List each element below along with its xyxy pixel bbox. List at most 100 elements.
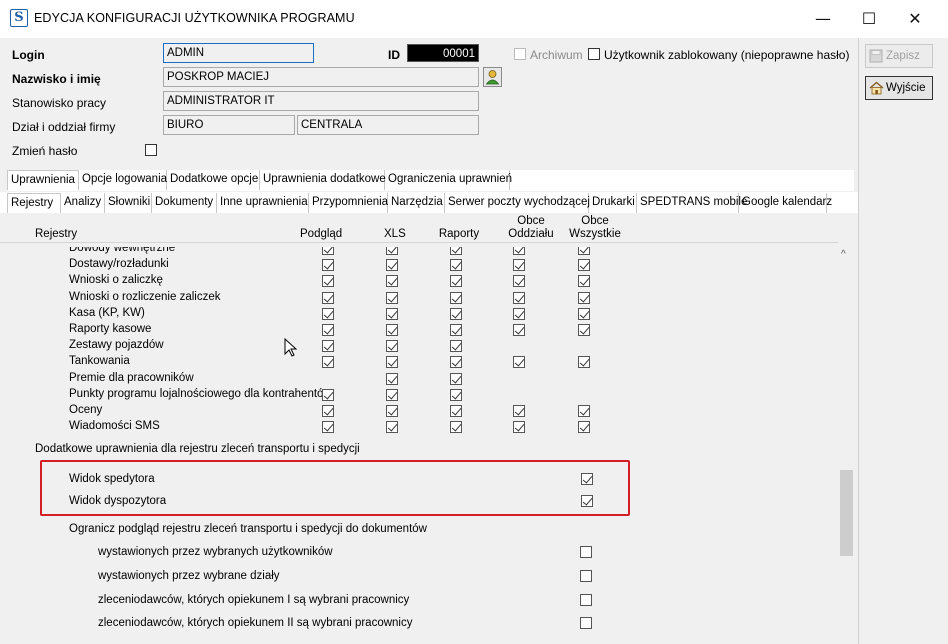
permission-checkbox[interactable]	[386, 421, 398, 434]
permission-checkbox[interactable]	[578, 421, 590, 434]
permission-checkbox[interactable]	[450, 356, 462, 369]
permission-checkbox[interactable]	[450, 405, 462, 417]
tab-3[interactable]: Dodatkowe opcje	[167, 170, 260, 190]
archiwum-checkbox[interactable]	[514, 48, 526, 60]
permission-checkbox[interactable]	[322, 291, 334, 304]
permission-checkbox[interactable]	[386, 372, 398, 385]
restrict-item-checkbox[interactable]	[580, 546, 592, 558]
permission-checkbox[interactable]	[578, 356, 590, 369]
login-field[interactable]: ADMIN	[163, 43, 314, 63]
permission-checkbox[interactable]	[450, 388, 462, 401]
tab-1[interactable]: Uprawnienia	[7, 170, 79, 190]
vertical-scrollbar[interactable]: ^	[838, 243, 855, 644]
permission-checkbox[interactable]	[322, 275, 334, 288]
change-password-checkbox[interactable]	[145, 144, 157, 156]
subtab-7[interactable]: Narzędzia	[388, 193, 445, 213]
permission-checkbox[interactable]	[450, 259, 462, 272]
permission-checkbox[interactable]	[450, 324, 462, 336]
tab-2[interactable]: Opcje logowania	[79, 170, 167, 190]
position-field[interactable]: ADMINISTRATOR IT	[163, 91, 479, 111]
permission-checkbox[interactable]	[450, 307, 462, 320]
name-field[interactable]: POSKROP MACIEJ	[163, 67, 479, 87]
permission-checkbox[interactable]	[450, 291, 462, 304]
user-form: Login ADMIN ID 00001 Archiwum Użytkownik…	[0, 38, 858, 166]
exit-button[interactable]: Wyjście	[865, 76, 933, 100]
subtab-5[interactable]: Inne uprawnienia	[217, 193, 309, 213]
department-field[interactable]: BIURO	[163, 115, 295, 135]
tab-5[interactable]: Ograniczenia uprawnień	[385, 170, 512, 190]
restrict-item-checkbox[interactable]	[580, 594, 592, 606]
user-picker-button[interactable]	[483, 67, 502, 87]
permission-checkbox[interactable]	[322, 324, 334, 336]
permission-checkbox[interactable]	[322, 421, 334, 434]
blocked-user-checkbox[interactable]	[588, 48, 600, 60]
save-button[interactable]: Zapisz	[865, 44, 933, 68]
title-bar[interactable]: S EDYCJA KONFIGURACJI UŻYTKOWNIKA PROGRA…	[0, 0, 948, 39]
subtab-6[interactable]: Przypomnienia	[309, 193, 388, 213]
permission-checkbox[interactable]	[578, 275, 590, 288]
close-button[interactable]: ✕	[892, 0, 938, 38]
subtab-2[interactable]: Analizy	[61, 193, 105, 213]
subtab-4[interactable]: Dokumenty	[152, 193, 217, 213]
permission-checkbox[interactable]	[513, 421, 525, 434]
permission-checkbox[interactable]	[322, 340, 334, 353]
subtab-8[interactable]: Serwer poczty wychodzącej	[445, 193, 590, 213]
permission-checkbox[interactable]	[386, 307, 398, 320]
row-label: Tankowania	[69, 355, 130, 368]
person-icon	[485, 70, 500, 85]
permission-checkbox[interactable]	[450, 340, 462, 353]
maximize-button[interactable]: ☐	[846, 0, 892, 38]
subtab-11[interactable]: Google kalendarz	[739, 193, 832, 213]
permission-checkbox[interactable]	[386, 356, 398, 369]
table-row: Punkty programu lojalnościowego dla kont…	[0, 387, 838, 403]
minimize-button[interactable]: —	[800, 0, 846, 38]
subtab-3[interactable]: Słowniki	[105, 193, 152, 213]
restrict-item-checkbox[interactable]	[580, 617, 592, 629]
permission-checkbox[interactable]	[386, 275, 398, 288]
permission-checkbox[interactable]	[386, 340, 398, 353]
permission-checkbox[interactable]	[578, 291, 590, 304]
permission-checkbox[interactable]	[386, 291, 398, 304]
permission-checkbox[interactable]	[513, 356, 525, 369]
permission-checkbox[interactable]	[386, 405, 398, 417]
permission-checkbox[interactable]	[386, 324, 398, 336]
permission-checkbox[interactable]	[513, 405, 525, 417]
subtab-1[interactable]: Rejestry	[7, 193, 61, 213]
permission-checkbox[interactable]	[450, 275, 462, 288]
permission-checkbox[interactable]	[322, 259, 334, 272]
permission-checkbox[interactable]	[578, 324, 590, 336]
permission-checkbox[interactable]	[386, 259, 398, 272]
permission-checkbox[interactable]	[513, 291, 525, 304]
column-header-top	[300, 215, 340, 228]
permission-checkbox[interactable]	[578, 259, 590, 272]
row-label: Oceny	[69, 404, 103, 416]
row-label: Wiadomości SMS	[69, 420, 160, 433]
permission-checkbox[interactable]	[450, 421, 462, 434]
home-icon	[869, 81, 884, 95]
row-label: Wnioski o rozliczenie zaliczek	[69, 290, 221, 303]
permission-checkbox[interactable]	[513, 307, 525, 320]
branch-field[interactable]: CENTRALA	[297, 115, 479, 135]
subtab-9[interactable]: Drukarki	[589, 193, 637, 213]
permission-checkbox[interactable]	[386, 388, 398, 401]
permission-checkbox[interactable]	[578, 405, 590, 417]
permission-checkbox[interactable]	[322, 356, 334, 369]
column-header-bottom: Rejestry	[35, 228, 78, 240]
column-header-top	[35, 215, 105, 228]
subtab-10[interactable]: SPEDTRANS mobile	[637, 193, 747, 213]
permission-checkbox[interactable]	[450, 372, 462, 385]
column-header-bottom: Podgląd	[300, 228, 343, 240]
permission-checkbox[interactable]	[578, 307, 590, 320]
permission-checkbox[interactable]	[322, 405, 334, 417]
permission-checkbox[interactable]	[513, 324, 525, 336]
permission-checkbox[interactable]	[513, 275, 525, 288]
scroll-up-icon[interactable]: ^	[841, 249, 846, 260]
header-divider	[0, 242, 838, 243]
permission-checkbox[interactable]	[513, 259, 525, 272]
permission-checkbox[interactable]	[322, 307, 334, 320]
scroll-thumb[interactable]	[840, 470, 853, 556]
tab-4[interactable]: Uprawnienia dodatkowe	[260, 170, 386, 190]
permission-checkbox[interactable]	[322, 388, 334, 401]
restrict-item-checkbox[interactable]	[580, 570, 592, 582]
column-header-5: Obce Oddziału	[503, 215, 559, 241]
